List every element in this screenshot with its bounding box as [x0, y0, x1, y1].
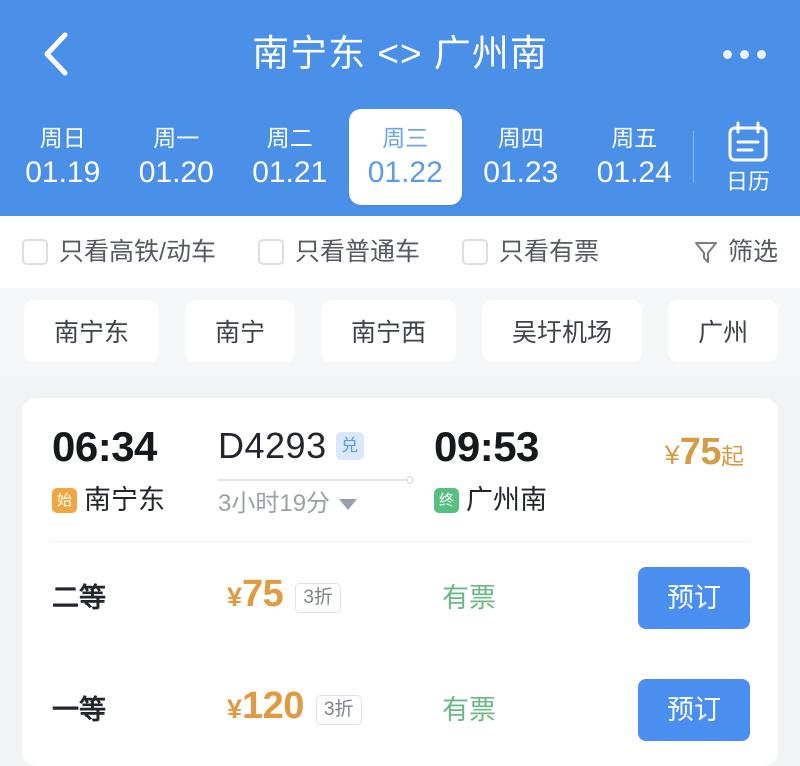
date-number: 01.24: [596, 156, 672, 189]
more-dot: [722, 49, 732, 59]
discount-badge: 3折: [295, 583, 341, 613]
divider: [693, 131, 694, 183]
station-chip-row[interactable]: 南宁东 南宁 南宁西 吴圩机场 广州: [0, 300, 800, 362]
date-selector: 周日 01.19 周一 01.20 周二 01.21 周三 01.22 周四 0…: [0, 104, 800, 210]
lowest-price: ¥75起: [665, 430, 744, 482]
caret-down-icon: [339, 498, 358, 510]
seat-price: ¥120: [227, 684, 304, 736]
train-card[interactable]: 06:34 始 南宁东 D4293 兑 3小时19分 09:53 终 广州南 ¥…: [22, 398, 778, 766]
date-item-2[interactable]: 周二 01.21: [233, 104, 347, 210]
funnel-icon: [694, 242, 717, 263]
currency-symbol: ¥: [227, 582, 243, 612]
duration-text: 3小时19分: [218, 490, 331, 517]
end-station-badge: 终: [434, 487, 459, 513]
seat-class-name: 一等: [52, 695, 106, 725]
route-line-graphic: [218, 475, 414, 485]
seat-class-name: 二等: [52, 583, 106, 613]
checkbox-has-ticket[interactable]: 只看有票: [461, 237, 599, 267]
duration-toggle[interactable]: 3小时19分: [218, 489, 358, 519]
price-suffix: 起: [721, 443, 744, 469]
seat-availability: 有票: [442, 695, 496, 725]
date-number: 01.19: [25, 156, 101, 189]
date-weekday: 周五: [611, 125, 658, 151]
seat-price: ¥75: [227, 572, 284, 624]
arrival-station-line: 终 广州南: [434, 484, 624, 516]
seat-row: 二等 ¥75 3折 有票 预订: [22, 542, 778, 654]
calendar-label: 日历: [725, 169, 770, 194]
more-options-button[interactable]: [714, 36, 774, 72]
departure-station-name: 南宁东: [84, 485, 165, 515]
date-weekday: 周四: [497, 125, 544, 151]
app-header: 南宁东 <> 广州南 周日 01.19 周一 01.20 周二 01.21 周三…: [0, 0, 800, 216]
date-item-3-selected[interactable]: 周三 01.22: [348, 109, 462, 205]
route-line: [218, 479, 414, 481]
checkbox-box-icon[interactable]: [22, 239, 48, 265]
departure-block: 06:34 始 南宁东: [22, 422, 218, 516]
train-summary: 06:34 始 南宁东 D4293 兑 3小时19分 09:53 终 广州南 ¥…: [22, 398, 778, 541]
checkbox-normal-train[interactable]: 只看普通车: [257, 237, 420, 267]
discount-badge: 3折: [315, 695, 362, 725]
more-dot: [739, 49, 749, 59]
book-button[interactable]: 预订: [638, 567, 750, 629]
train-middle-block: D4293 兑 3小时19分: [218, 422, 428, 519]
station-chip-section: 南宁东 南宁 南宁西 吴圩机场 广州: [0, 288, 800, 376]
date-item-4[interactable]: 周四 01.23: [464, 104, 578, 210]
price-value: 75: [242, 573, 284, 615]
start-station-badge: 始: [52, 487, 77, 513]
arrival-block: 09:53 终 广州南: [428, 422, 624, 516]
date-item-0[interactable]: 周日 01.19: [6, 104, 120, 210]
checkbox-label: 只看普通车: [294, 238, 420, 266]
date-number: 01.21: [252, 156, 328, 189]
navigation-bar: 南宁东 <> 广州南: [0, 0, 800, 108]
seat-price-block: ¥75 3折: [227, 572, 442, 624]
station-chip-4[interactable]: 广州: [668, 300, 779, 362]
checkbox-box-icon[interactable]: [461, 239, 488, 265]
date-number: 01.22: [367, 156, 443, 189]
filter-button[interactable]: 筛选: [693, 237, 778, 267]
filter-label: 筛选: [727, 238, 778, 266]
page-title: 南宁东 <> 广州南: [252, 33, 548, 74]
seat-availability: 有票: [442, 583, 496, 613]
date-weekday: 周二: [266, 125, 313, 151]
date-item-5[interactable]: 周五 01.24: [578, 104, 692, 210]
currency-symbol: ¥: [227, 694, 243, 724]
calendar-icon: [728, 121, 768, 162]
checkbox-label: 只看高铁/动车: [59, 238, 216, 266]
checkbox-label: 只看有票: [498, 238, 599, 266]
train-number: D4293: [218, 425, 327, 466]
lowest-price-block: ¥75起: [624, 422, 778, 482]
arrival-time: 09:53: [434, 423, 539, 470]
departure-station-line: 始 南宁东: [52, 484, 218, 516]
calendar-button[interactable]: 日历: [696, 104, 800, 210]
date-weekday: 周日: [39, 125, 86, 151]
currency-symbol: ¥: [664, 440, 680, 470]
filter-bar: 只看高铁/动车 只看普通车 只看有票 筛选: [0, 216, 800, 288]
station-chip-1[interactable]: 南宁: [185, 300, 296, 362]
date-number: 01.23: [483, 156, 559, 189]
more-dot: [756, 49, 766, 59]
date-weekday: 周一: [153, 125, 200, 151]
date-list: 周日 01.19 周一 01.20 周二 01.21 周三 01.22 周四 0…: [0, 104, 691, 210]
departure-time: 06:34: [52, 423, 157, 470]
checkbox-box-icon[interactable]: [257, 239, 284, 265]
station-chip-0[interactable]: 南宁东: [24, 300, 160, 362]
section-gap: [0, 376, 800, 398]
exchange-badge: 兑: [335, 432, 364, 460]
train-number-row: D4293 兑: [218, 424, 364, 468]
date-item-1[interactable]: 周一 01.20: [120, 104, 234, 210]
route-end-dot: [406, 476, 414, 484]
station-chip-2[interactable]: 南宁西: [321, 300, 457, 362]
price-value: 75: [679, 431, 722, 473]
date-number: 01.20: [138, 156, 214, 189]
station-chip-3[interactable]: 吴圩机场: [482, 300, 643, 362]
date-weekday: 周三: [382, 125, 429, 151]
arrival-station-name: 广州南: [466, 485, 547, 515]
price-value: 120: [242, 685, 304, 727]
seat-price-block: ¥120 3折: [227, 684, 442, 736]
book-button[interactable]: 预订: [638, 679, 750, 741]
checkbox-highspeed[interactable]: 只看高铁/动车: [22, 237, 216, 267]
seat-row: 一等 ¥120 3折 有票 预订: [22, 654, 778, 766]
